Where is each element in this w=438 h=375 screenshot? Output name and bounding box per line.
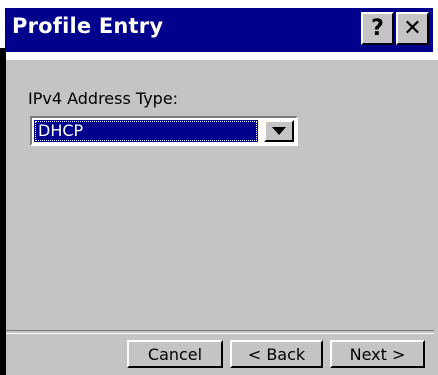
title-bar: Profile Entry ? ✕ bbox=[0, 0, 438, 60]
close-button[interactable]: ✕ bbox=[396, 12, 429, 45]
back-button[interactable]: < Back bbox=[230, 340, 323, 368]
close-icon: ✕ bbox=[403, 16, 422, 41]
help-icon: ? bbox=[371, 16, 384, 41]
address-type-dropdown[interactable]: DHCP bbox=[30, 116, 298, 146]
address-type-label: IPv4 Address Type: bbox=[28, 89, 179, 108]
cancel-button[interactable]: Cancel bbox=[127, 340, 223, 368]
address-type-value[interactable]: DHCP bbox=[34, 120, 258, 142]
next-button[interactable]: Next > bbox=[330, 340, 425, 368]
help-button[interactable]: ? bbox=[361, 12, 394, 45]
dropdown-arrow-icon bbox=[272, 127, 286, 135]
profile-entry-window: Profile Entry ? ✕ IPv4 Address Type: DHC… bbox=[0, 0, 438, 375]
footer-separator bbox=[6, 330, 434, 334]
dropdown-button[interactable] bbox=[264, 120, 294, 142]
window-title: Profile Entry bbox=[12, 14, 164, 38]
